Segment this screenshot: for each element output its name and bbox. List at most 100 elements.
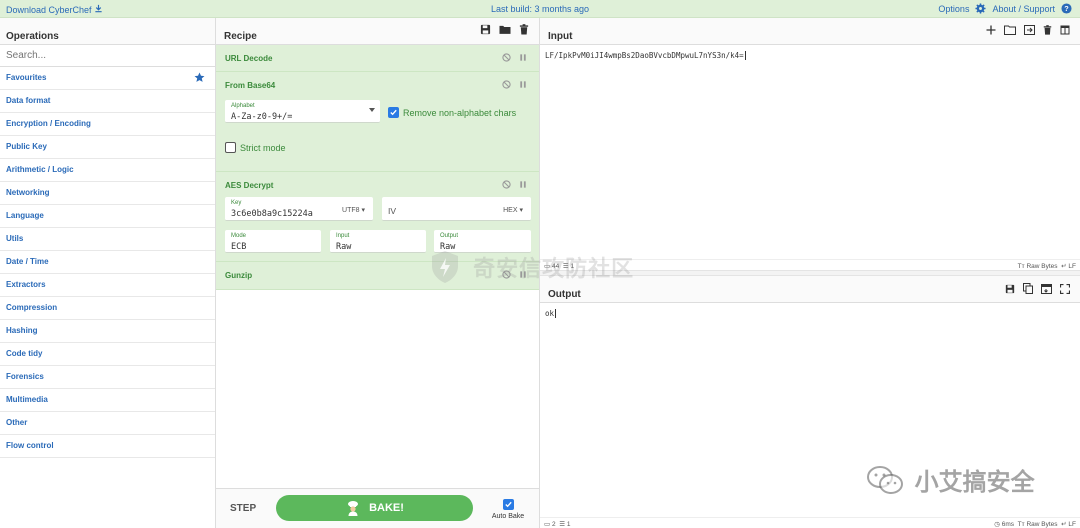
save-icon[interactable]	[480, 24, 491, 35]
top-banner: Download CyberChef Last build: 3 months …	[0, 0, 1080, 18]
category-arithmetic-logic[interactable]: Arithmetic / Logic	[0, 159, 215, 182]
disable-icon[interactable]	[502, 270, 511, 279]
mode-field[interactable]: Mode ECB	[225, 230, 321, 253]
category-code-tidy[interactable]: Code tidy	[0, 343, 215, 366]
trash-icon[interactable]	[519, 24, 529, 35]
op-gunzip-title: Gunzip	[225, 271, 253, 280]
search-input[interactable]	[6, 50, 209, 61]
op-aes-decrypt[interactable]: AES Decrypt Key 3c6e0b8a9c15224a UTF8 ▾ …	[216, 172, 539, 262]
lines-icon: ☰	[562, 263, 569, 270]
clock-icon: ◷	[994, 521, 1000, 528]
recipe-panel: Recipe URL Decode From Base64 Alphabet A…	[216, 18, 540, 528]
pause-icon[interactable]	[519, 180, 527, 189]
options-link[interactable]: Options	[938, 4, 969, 14]
category-flow-control[interactable]: Flow control	[0, 435, 215, 458]
text-cursor	[744, 51, 746, 60]
open-folder-icon[interactable]	[1004, 25, 1016, 35]
category-public-key[interactable]: Public Key	[0, 136, 215, 159]
iv-placeholder: IV	[388, 206, 397, 216]
category-other[interactable]: Other	[0, 412, 215, 435]
text-icon: Tт	[1017, 521, 1025, 528]
plus-icon[interactable]	[986, 25, 996, 35]
input-status-bar: ▭ 44 ☰ 1 Tт Raw Bytes ↵ LF	[540, 259, 1080, 270]
aes-input-field[interactable]: Input Raw	[330, 230, 426, 253]
bake-button[interactable]: BAKE!	[276, 495, 473, 521]
maximize-icon[interactable]	[1060, 283, 1070, 294]
iv-field[interactable]: IV HEX ▾	[382, 197, 531, 221]
category-hashing[interactable]: Hashing	[0, 320, 215, 343]
gear-icon[interactable]	[975, 3, 986, 14]
mode-value: ECB	[231, 242, 247, 252]
category-networking[interactable]: Networking	[0, 182, 215, 205]
input-chr-enc[interactable]: Raw Bytes	[1026, 263, 1057, 270]
output-textarea[interactable]: ok	[540, 303, 1080, 324]
about-link[interactable]: About / Support	[992, 4, 1055, 14]
disable-icon[interactable]	[502, 80, 511, 89]
op-from-base64[interactable]: From Base64 Alphabet A-Za-z0-9+/= Remove…	[216, 72, 539, 172]
iv-encoding-select[interactable]: HEX ▾	[503, 206, 523, 214]
key-value: 3c6e0b8a9c15224a	[231, 209, 313, 219]
last-build: Last build: 3 months ago	[490, 4, 590, 14]
output-title: Output	[548, 289, 581, 300]
save-output-icon[interactable]	[1005, 283, 1015, 294]
auto-bake-checkbox[interactable]: Auto Bake	[486, 499, 530, 520]
disable-icon[interactable]	[502, 180, 511, 189]
op-from-base64-title: From Base64	[225, 81, 276, 90]
help-icon[interactable]: ?	[1061, 3, 1072, 14]
category-extractors[interactable]: Extractors	[0, 274, 215, 297]
output-chr-enc[interactable]: Raw Bytes	[1026, 521, 1057, 528]
category-utils[interactable]: Utils	[0, 228, 215, 251]
caret-down-icon[interactable]	[369, 108, 375, 112]
input-eol[interactable]: LF	[1068, 263, 1076, 270]
open-file-icon[interactable]	[1024, 25, 1035, 35]
pause-icon[interactable]	[519, 270, 527, 279]
op-url-decode-title: URL Decode	[225, 54, 273, 63]
category-favourites[interactable]: Favourites	[0, 67, 215, 90]
category-encryption-encoding[interactable]: Encryption / Encoding	[0, 113, 215, 136]
strict-mode-checkbox[interactable]: Strict mode	[225, 142, 286, 153]
category-list: Favourites Data format Encryption / Enco…	[0, 67, 215, 458]
replace-input-icon[interactable]	[1041, 283, 1052, 294]
text-icon: Tт	[1017, 263, 1025, 270]
clear-input-icon[interactable]	[1043, 25, 1052, 35]
star-icon	[194, 72, 205, 85]
input-title: Input	[548, 31, 573, 42]
checkbox-unchecked-icon	[225, 142, 236, 153]
aes-output-value: Raw	[440, 242, 456, 252]
output-header: Output	[540, 276, 1080, 303]
text-cursor	[555, 309, 557, 318]
eol-icon: ↵	[1061, 263, 1067, 270]
op-gunzip[interactable]: Gunzip	[216, 262, 539, 290]
folder-icon[interactable]	[499, 24, 511, 35]
pause-icon[interactable]	[519, 53, 527, 62]
pause-icon[interactable]	[519, 80, 527, 89]
length-icon: ▭	[544, 521, 551, 528]
alphabet-field[interactable]: Alphabet A-Za-z0-9+/=	[225, 100, 380, 123]
step-button[interactable]: STEP	[230, 503, 256, 514]
op-url-decode[interactable]: URL Decode	[216, 45, 539, 72]
output-eol[interactable]: LF	[1068, 521, 1076, 528]
aes-output-field[interactable]: Output Raw	[434, 230, 531, 253]
key-encoding-select[interactable]: UTF8 ▾	[342, 206, 365, 214]
category-forensics[interactable]: Forensics	[0, 366, 215, 389]
remove-non-alphabet-checkbox[interactable]: Remove non-alphabet chars	[388, 107, 516, 118]
disable-icon[interactable]	[502, 53, 511, 62]
category-date-time[interactable]: Date / Time	[0, 251, 215, 274]
output-panel: Output ok ▭ 2 ☰ 1 ◷ 6ms Tт Raw Bytes ↵ L…	[540, 276, 1080, 528]
operations-title: Operations	[6, 31, 59, 42]
category-multimedia[interactable]: Multimedia	[0, 389, 215, 412]
input-panel: Input LF/IpkPvM0iJI4wmpBs2DaoBVvcbDMpwuL…	[540, 18, 1080, 270]
operations-panel: Operations Favourites Data format Encryp…	[0, 18, 216, 528]
eol-icon: ↵	[1061, 521, 1067, 528]
input-header: Input	[540, 18, 1080, 45]
category-data-format[interactable]: Data format	[0, 90, 215, 113]
category-language[interactable]: Language	[0, 205, 215, 228]
lines-icon: ☰	[559, 521, 566, 528]
input-textarea[interactable]: LF/IpkPvM0iJI4wmpBs2DaoBVvcbDMpwuL7nYS3n…	[540, 45, 1080, 66]
output-status-bar: ▭ 2 ☰ 1 ◷ 6ms Tт Raw Bytes ↵ LF	[540, 517, 1080, 528]
key-field[interactable]: Key 3c6e0b8a9c15224a UTF8 ▾	[225, 197, 373, 221]
copy-icon[interactable]	[1023, 283, 1033, 294]
category-compression[interactable]: Compression	[0, 297, 215, 320]
layout-icon[interactable]	[1060, 25, 1070, 35]
alphabet-value: A-Za-z0-9+/=	[231, 112, 293, 122]
